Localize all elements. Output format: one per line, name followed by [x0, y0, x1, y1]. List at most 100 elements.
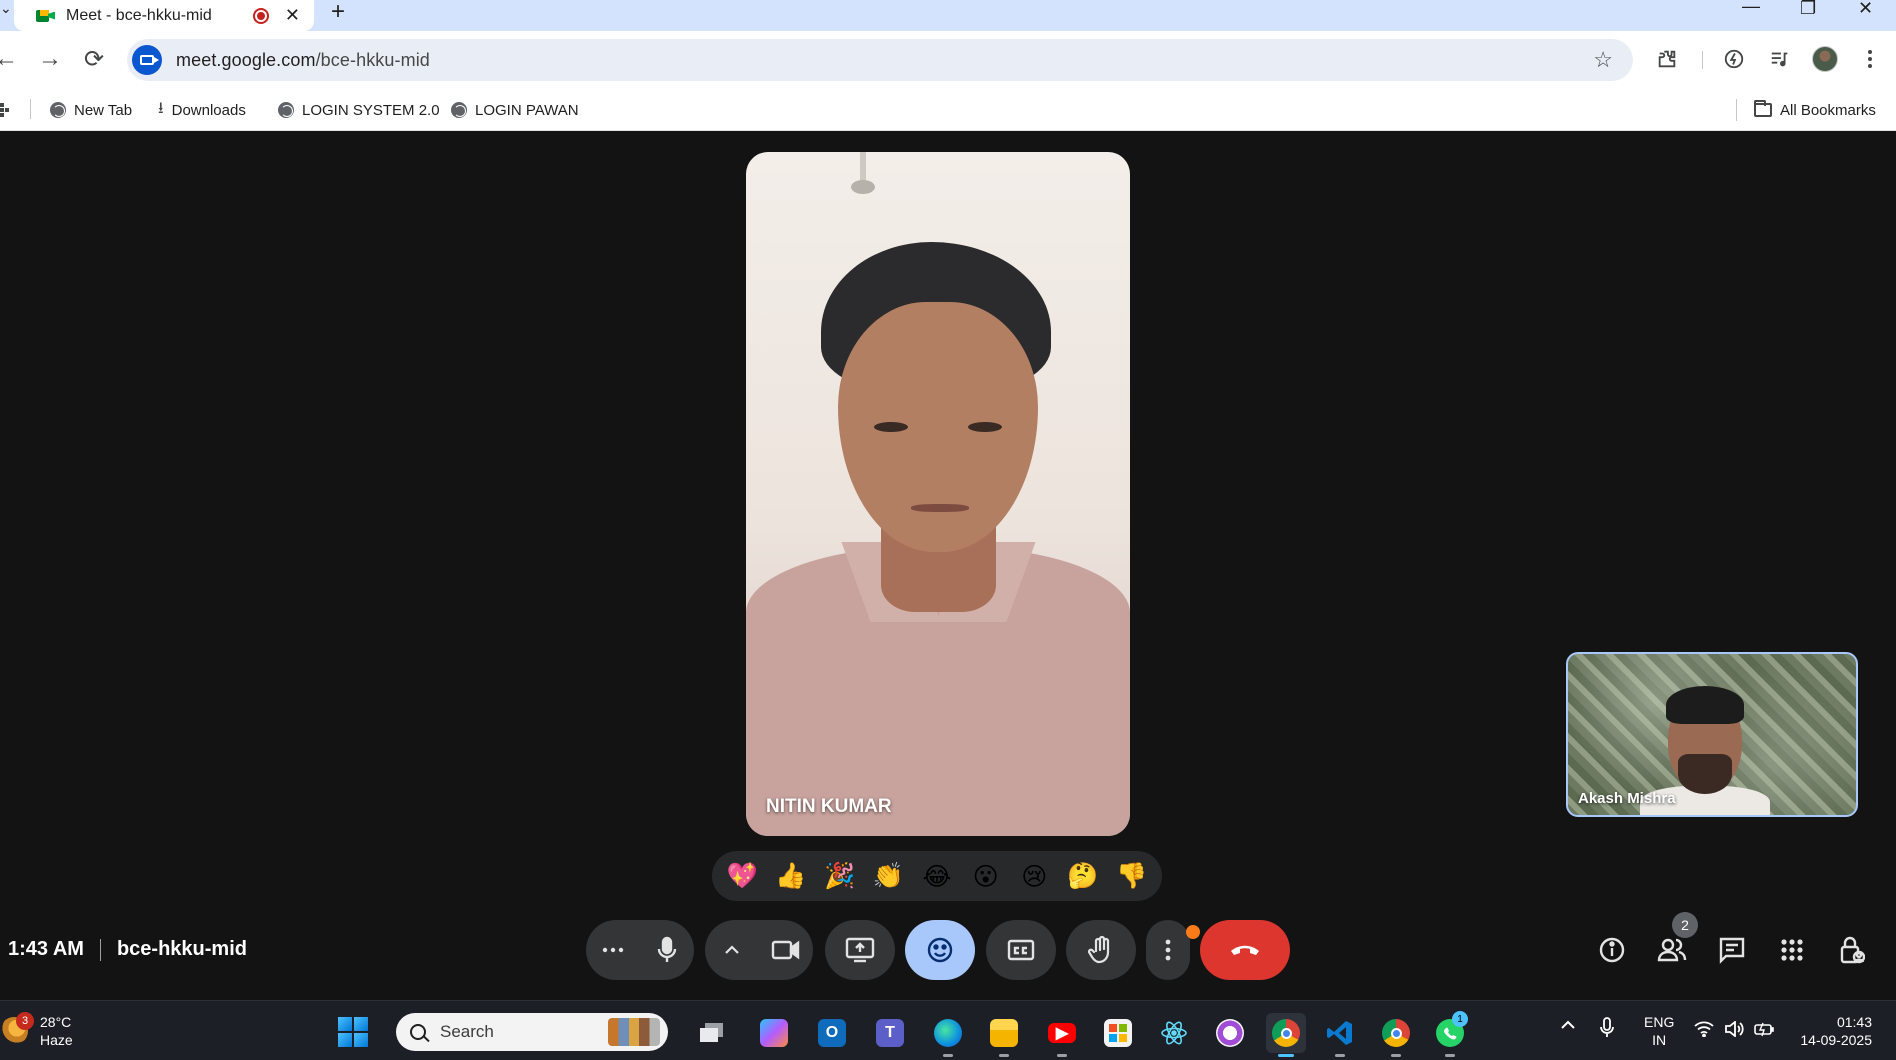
task-view-icon [698, 1019, 726, 1047]
performance-icon[interactable] [1720, 45, 1748, 73]
camera-button[interactable] [759, 920, 813, 980]
battery-icon[interactable] [1754, 1021, 1776, 1040]
leave-call-button[interactable] [1200, 920, 1290, 980]
outlook-app[interactable]: O [812, 1013, 852, 1053]
taskbar-search[interactable]: Search [396, 1013, 668, 1051]
tray-microphone-icon[interactable] [1600, 1017, 1614, 1042]
start-button[interactable] [338, 1017, 368, 1047]
chrome-app-active[interactable] [1266, 1013, 1306, 1057]
tab-meet[interactable]: Meet - bce-hkku-mid ✕ [14, 0, 314, 31]
participant-tile-main[interactable]: NITIN KUMAR [746, 152, 1130, 836]
reaction-sad[interactable]: 😢 [1012, 854, 1056, 898]
whatsapp-app[interactable]: 1 [1430, 1011, 1470, 1057]
folder-icon [1754, 100, 1772, 117]
app-running-indicator [1445, 1054, 1455, 1057]
tab-close-button[interactable]: ✕ [285, 5, 300, 26]
apps-grid-icon[interactable] [0, 103, 10, 120]
url-text[interactable]: meet.google.com/bce-hkku-mid [176, 50, 430, 71]
meet-stage: NITIN KUMAR Akash Mishra 💖 👍 🎉 👏 😂 😮 😢 🤔… [0, 131, 1896, 1000]
activities-button[interactable] [1770, 928, 1814, 972]
bookmark-label: LOGIN PAWAN [475, 101, 579, 119]
url-path: /bce-hkku-mid [315, 49, 430, 70]
tray-overflow-chevron-icon[interactable] [1560, 1017, 1576, 1033]
activities-grid-icon [1781, 939, 1803, 961]
bookmark-star-icon[interactable]: ☆ [1593, 47, 1613, 73]
all-bookmarks-button[interactable]: All Bookmarks [1754, 89, 1876, 131]
reaction-heart[interactable]: 💖 [720, 854, 764, 898]
meeting-code: bce-hkku-mid [116, 938, 247, 960]
folder-app-icon [990, 1019, 1018, 1047]
download-icon: ⭳ [158, 99, 164, 117]
captions-icon [1007, 939, 1035, 961]
media-controls-icon[interactable] [1766, 45, 1794, 73]
weather-widget[interactable]: 3 28°C Haze [0, 1012, 73, 1049]
react-devtools-app[interactable] [1154, 1013, 1194, 1053]
new-tab-button[interactable]: + [331, 0, 345, 26]
language-code: ENG [1644, 1014, 1675, 1030]
people-icon [1657, 938, 1687, 962]
more-options-button[interactable] [1146, 920, 1190, 980]
extensions-icon[interactable] [1653, 45, 1681, 73]
input-language-indicator[interactable]: ENG IN [1644, 1013, 1674, 1049]
present-screen-button[interactable] [825, 920, 895, 980]
bookmark-login-pawan[interactable]: LOGIN PAWAN [451, 89, 579, 131]
back-button[interactable]: ← [0, 45, 20, 73]
video-settings-button[interactable] [705, 920, 759, 980]
edge-app[interactable] [928, 1013, 968, 1057]
minimize-button[interactable]: — [1742, 0, 1760, 17]
chrome-profile-app[interactable] [1376, 1013, 1416, 1057]
profile-avatar[interactable] [1812, 46, 1838, 72]
tab-search-stub[interactable]: ⌄ [0, 0, 12, 20]
microphone-icon [657, 936, 677, 962]
file-explorer-app[interactable] [984, 1013, 1024, 1057]
site-info-icon[interactable] [132, 45, 162, 75]
forward-button[interactable]: → [36, 45, 64, 73]
volume-icon[interactable] [1724, 1020, 1744, 1040]
bookmark-downloads[interactable]: ⭳ Downloads [158, 89, 246, 131]
teams-app[interactable]: T [870, 1013, 910, 1053]
address-bar[interactable]: meet.google.com/bce-hkku-mid ☆ [127, 39, 1633, 81]
weather-text: 28°C Haze [40, 1013, 73, 1049]
host-controls-button[interactable] [1830, 928, 1874, 972]
youtube-app[interactable]: ▶ [1042, 1013, 1082, 1057]
chevron-up-icon [725, 945, 739, 954]
browser-menu-icon[interactable] [1856, 45, 1884, 73]
reaction-party[interactable]: 🎉 [818, 854, 862, 898]
language-region: IN [1652, 1032, 1667, 1048]
info-icon [1599, 937, 1625, 963]
meeting-info: 1:43 AM bce-hkku-mid [8, 938, 247, 961]
search-icon [410, 1024, 426, 1040]
reaction-clap[interactable]: 👏 [866, 854, 910, 898]
bookmark-new-tab[interactable]: New Tab [50, 89, 132, 131]
vscode-app[interactable] [1320, 1013, 1360, 1057]
window-close-button[interactable]: ✕ [1858, 0, 1873, 19]
video-mouth [911, 504, 969, 512]
reaction-laugh[interactable]: 😂 [915, 854, 959, 898]
system-clock[interactable]: 01:43 14-09-2025 [1790, 1013, 1872, 1049]
reaction-surprised[interactable]: 😮 [964, 854, 1008, 898]
restore-button[interactable]: ❐ [1800, 0, 1816, 19]
notification-dot [1186, 925, 1200, 939]
copilot-app[interactable] [754, 1013, 794, 1053]
participant-tile-self[interactable]: Akash Mishra [1566, 652, 1858, 817]
audio-settings-button[interactable] [586, 920, 640, 980]
wifi-icon[interactable] [1694, 1021, 1714, 1040]
meet-favicon-icon [36, 8, 56, 24]
meeting-details-button[interactable] [1590, 928, 1634, 972]
app-running-indicator [1391, 1054, 1401, 1057]
windows-logo-tile [354, 1017, 368, 1031]
reload-button[interactable]: ⟳ [80, 45, 108, 73]
emoji-reactions-button[interactable] [905, 920, 975, 980]
screen-recorder-app[interactable] [1210, 1013, 1250, 1053]
mic-control-group [586, 920, 694, 980]
chat-button[interactable] [1710, 928, 1754, 972]
bookmark-login-system[interactable]: LOGIN SYSTEM 2.0 [278, 89, 440, 131]
microsoft-store-app[interactable] [1098, 1013, 1138, 1053]
microphone-button[interactable] [640, 920, 694, 980]
raise-hand-button[interactable] [1066, 920, 1136, 980]
reaction-thumbs-up[interactable]: 👍 [769, 854, 813, 898]
reaction-thinking[interactable]: 🤔 [1061, 854, 1105, 898]
captions-button[interactable] [986, 920, 1056, 980]
task-view-button[interactable] [692, 1013, 732, 1053]
reaction-thumbs-down[interactable]: 👎 [1110, 854, 1154, 898]
